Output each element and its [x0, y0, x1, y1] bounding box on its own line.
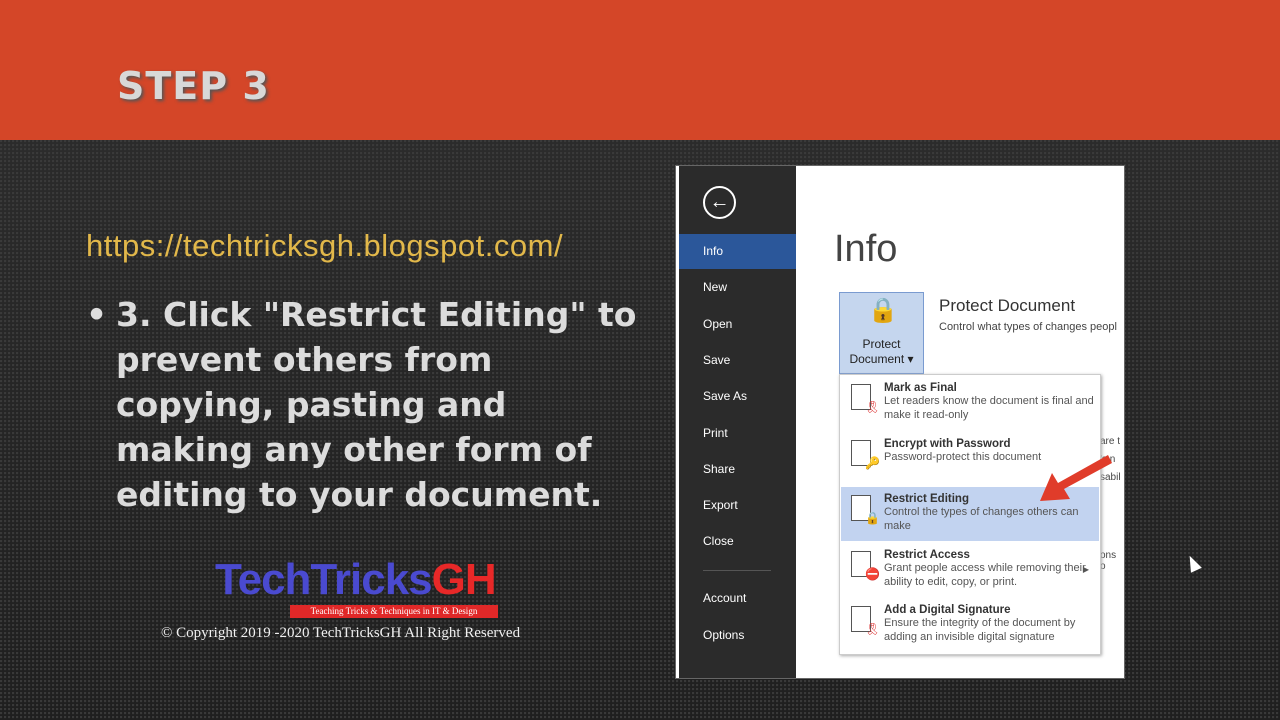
ribbon-icon: 🎗: [865, 400, 881, 414]
nav-open[interactable]: Open: [679, 307, 796, 342]
page-title: Info: [834, 228, 898, 270]
obscured-text: ons o: [1100, 550, 1117, 572]
step-title: STEP 3: [117, 64, 270, 108]
nav-save-as[interactable]: Save As: [679, 379, 796, 414]
word-info-screenshot: ← Info New Open Save Save As Print Share Export…: [675, 165, 1125, 679]
nav-close[interactable]: Close: [679, 524, 796, 559]
lock-key-icon: 🔒: [868, 297, 898, 324]
menu-item-mark-as-final[interactable]: 🎗 Mark as Final Let readers know the docum…: [841, 376, 1099, 430]
no-entry-icon: ⛔: [865, 566, 880, 581]
menu-item-desc: Let readers know the document is final a…: [884, 395, 1094, 421]
techtricksgh-logo: TechTricksGH: [215, 555, 497, 604]
protect-heading: Protect Document: [939, 296, 1076, 315]
menu-item-title: Add a Digital Signature: [884, 604, 1011, 616]
menu-item-title: Restrict Access: [884, 548, 970, 561]
copyright: © Copyright 2019 -2020 TechTricksGH All …: [161, 625, 521, 641]
menu-item-title: Mark as Final: [884, 382, 957, 394]
protect-document-menu: 🎗 Mark as Final Let readers know the docum…: [839, 374, 1101, 655]
instruction-bullet: • 3. Click "Restrict Editing" to prevent …: [86, 295, 637, 514]
bullet-text: 3. Click "Restrict Editing" to prevent o…: [116, 295, 637, 514]
divider: [703, 570, 771, 571]
nav-save[interactable]: Save: [679, 343, 796, 378]
menu-item-desc: Ensure the integrity of the document by …: [884, 617, 1076, 643]
nav-new[interactable]: New: [679, 270, 796, 305]
menu-item-restrict-access[interactable]: ⛔ Restrict Access Grant people access whil…: [841, 543, 1099, 597]
nav-export[interactable]: Export: [679, 488, 796, 523]
back-arrow-icon[interactable]: ←: [703, 186, 736, 219]
lock-icon: 🔒: [865, 511, 880, 525]
nav-share[interactable]: Share: [679, 452, 796, 487]
protect-document-button[interactable]: 🔒 Protect Document ▾: [839, 292, 924, 374]
nav-info[interactable]: Info: [679, 234, 796, 269]
menu-item-title: Encrypt with Password: [884, 437, 1011, 450]
ribbon-icon: 🎗: [865, 622, 881, 636]
red-arrow-annotation: [1040, 455, 1112, 501]
nav-options[interactable]: Options: [679, 618, 796, 653]
menu-item-add-a-digital-signature[interactable]: 🎗 Add a Digital Signature Ensure the integ…: [841, 598, 1099, 652]
protect-description: Control what types of changes peopl: [939, 321, 1117, 333]
blog-url: https://techtricksgh.blogspot.com/: [86, 228, 564, 263]
backstage-sidebar: ← Info New Open Save Save As Print Share Export…: [679, 166, 796, 678]
mouse-cursor: [1184, 553, 1202, 573]
nav-print[interactable]: Print: [679, 416, 796, 451]
lock-key-icon: 🔑: [865, 455, 880, 470]
logo-tagline: Teaching Tricks & Techniques in IT & Des…: [290, 605, 498, 618]
submenu-arrow-icon: ▶: [1082, 564, 1089, 574]
nav-account[interactable]: Account: [679, 581, 796, 616]
menu-item-desc: Grant people access while removing their…: [884, 561, 1086, 588]
obscured-text: are t: [1100, 436, 1121, 447]
